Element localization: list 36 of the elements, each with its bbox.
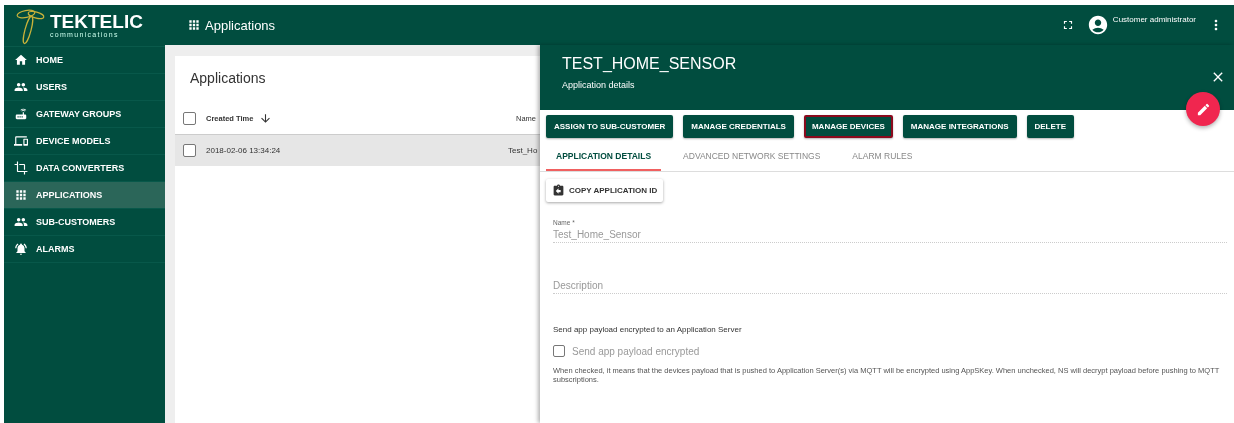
- avatar-icon[interactable]: [1086, 14, 1109, 36]
- section-label: Send app payload encrypted to an Application Server: [553, 325, 743, 334]
- grid-icon: [187, 18, 201, 32]
- brand-name: TEKTELIC: [50, 13, 143, 31]
- page-title: Applications: [205, 17, 276, 33]
- tab[interactable]: ALARM RULES: [842, 143, 923, 171]
- people-icon: [14, 215, 28, 229]
- crop-icon: [14, 161, 28, 175]
- table-cell-text: Test_Ho: [508, 146, 539, 155]
- action-button[interactable]: DELETE: [1026, 115, 1075, 138]
- tab[interactable]: ADVANCED NETWORK SETTINGS: [673, 143, 831, 171]
- panel-subtitle: Application details: [562, 80, 636, 90]
- checkbox[interactable]: [183, 111, 196, 125]
- action-button[interactable]: ASSIGN TO SUB-CUSTOMER: [546, 115, 674, 138]
- sort-arrow-icon[interactable]: [259, 111, 273, 125]
- user-name: Customer administrator: [1112, 15, 1196, 24]
- action-button[interactable]: MANAGE DEVICES: [803, 115, 893, 138]
- devices-icon: [14, 134, 28, 148]
- checkbox[interactable]: [183, 144, 196, 157]
- copy-id-button[interactable]: COPY APPLICATION ID: [546, 179, 664, 202]
- people-icon: [14, 80, 28, 94]
- clipboard-icon: [552, 184, 565, 197]
- edit-button[interactable]: [1186, 92, 1220, 126]
- description-field[interactable]: Description: [553, 277, 1227, 294]
- panel-title: TEST_HOME_SENSOR: [562, 55, 738, 73]
- pencil-icon: [1195, 101, 1211, 117]
- sidebar-item[interactable]: APPLICATIONS: [4, 182, 165, 209]
- home-icon: [14, 53, 28, 67]
- table-cell: 2018-02-06 13:34:24: [206, 146, 281, 155]
- router-icon: [14, 107, 28, 121]
- tab[interactable]: APPLICATION DETAILS: [546, 143, 662, 171]
- action-button[interactable]: MANAGE INTEGRATIONS: [902, 115, 1017, 138]
- grid-icon: [14, 188, 28, 202]
- action-button[interactable]: MANAGE CREDENTIALS: [683, 115, 794, 138]
- card-title: Applications: [190, 70, 266, 86]
- bell-icon: [14, 242, 28, 256]
